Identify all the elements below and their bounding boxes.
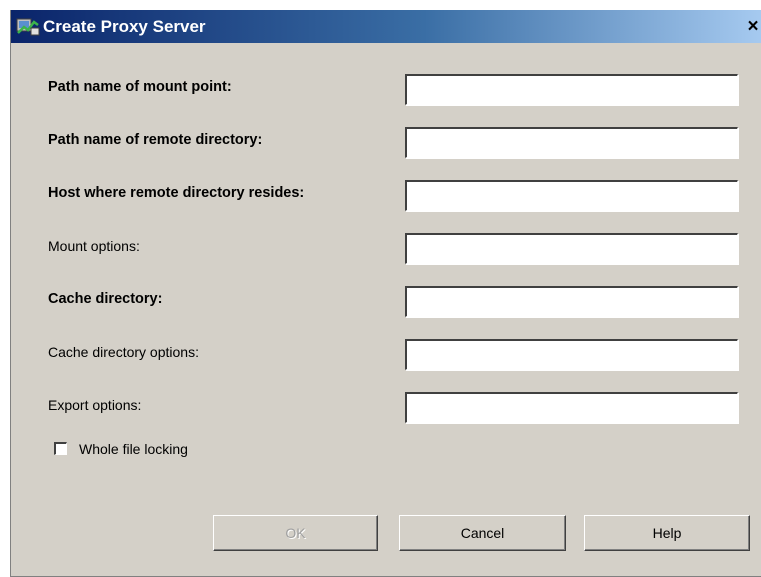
remote-host-label: Host where remote directory resides:: [48, 185, 305, 201]
create-proxy-server-dialog: Create Proxy Server × Path name of mount…: [10, 10, 761, 577]
ok-button[interactable]: OK: [213, 515, 378, 551]
export-options-label: Export options:: [48, 397, 142, 413]
mount-point-label: Path name of mount point:: [48, 79, 232, 95]
close-icon[interactable]: ×: [744, 17, 761, 36]
mount-options-label: Mount options:: [48, 238, 140, 254]
remote-directory-input[interactable]: [405, 127, 738, 158]
whole-file-locking-checkbox[interactable]: [54, 442, 67, 455]
proxy-server-app-icon: [16, 17, 40, 37]
remote-directory-label: Path name of remote directory:: [48, 132, 263, 148]
window-title: Create Proxy Server: [43, 17, 206, 36]
cache-directory-label: Cache directory:: [48, 291, 163, 307]
cache-directory-options-input[interactable]: [405, 339, 738, 370]
whole-file-locking-label: Whole file locking: [79, 441, 188, 457]
mount-point-input[interactable]: [405, 74, 738, 105]
help-button[interactable]: Help: [584, 515, 750, 551]
remote-host-input[interactable]: [405, 180, 738, 211]
mount-options-input[interactable]: [405, 233, 738, 264]
cache-directory-options-label: Cache directory options:: [48, 344, 199, 360]
whole-file-locking-row[interactable]: Whole file locking: [54, 440, 354, 458]
export-options-input[interactable]: [405, 392, 738, 423]
cache-directory-input[interactable]: [405, 286, 738, 317]
title-bar[interactable]: Create Proxy Server ×: [11, 10, 761, 43]
cancel-button[interactable]: Cancel: [399, 515, 566, 551]
